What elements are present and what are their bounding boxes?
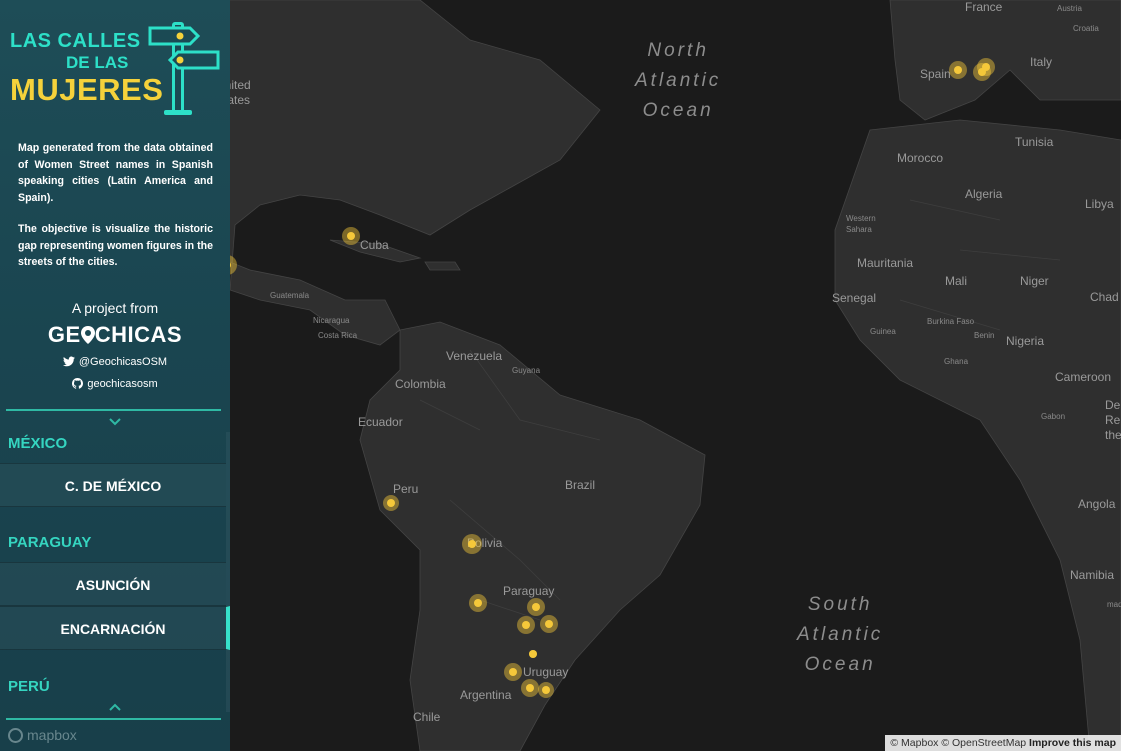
- map-pin-icon: [80, 326, 95, 344]
- github-icon: [72, 378, 84, 389]
- sidebar: LAS CALLES DE LAS MUJERES Map generated …: [0, 0, 230, 751]
- github-link[interactable]: geochicasosm: [0, 378, 230, 390]
- city-item-active[interactable]: ENCARNACIÓN: [0, 606, 230, 650]
- city-marker[interactable]: [230, 255, 237, 275]
- project-description: Map generated from the data obtained of …: [18, 140, 213, 271]
- city-marker[interactable]: [977, 58, 995, 76]
- chevron-down-icon[interactable]: [108, 417, 122, 427]
- city-item[interactable]: ASUNCIÓN: [0, 562, 226, 606]
- app-logo[interactable]: LAS CALLES DE LAS MUJERES: [10, 18, 222, 118]
- country-mexico[interactable]: MÉXICO: [8, 435, 67, 452]
- logo-line-1: LAS CALLES: [10, 30, 141, 52]
- project-from-label: A project from: [71, 300, 159, 316]
- markers-layer: [230, 58, 995, 698]
- signpost-icon: [148, 22, 220, 115]
- city-marker[interactable]: [342, 227, 360, 245]
- attribution-mapbox[interactable]: © Mapbox: [890, 737, 938, 749]
- mapbox-logo[interactable]: mapbox: [8, 727, 77, 743]
- geochicas-logo[interactable]: GE CHICAS: [0, 322, 230, 348]
- city-marker[interactable]: [462, 534, 482, 554]
- logo-line-3: MUJERES: [10, 72, 164, 107]
- divider: [6, 409, 221, 411]
- country-peru[interactable]: PERÚ: [8, 678, 50, 695]
- twitter-icon: [62, 356, 75, 367]
- divider: [6, 718, 221, 720]
- city-marker[interactable]: [540, 615, 558, 633]
- city-marker[interactable]: [949, 61, 967, 79]
- map-canvas[interactable]: France Austria Croatia United States Spa…: [230, 0, 1121, 751]
- logo-line-2: DE LAS: [66, 53, 129, 72]
- city-marker[interactable]: [517, 616, 535, 634]
- country-paraguay[interactable]: PARAGUAY: [8, 534, 91, 551]
- twitter-link[interactable]: @GeochicasOSM: [0, 356, 230, 368]
- city-marker[interactable]: [538, 682, 554, 698]
- attribution-osm[interactable]: © OpenStreetMap: [941, 737, 1026, 749]
- city-marker[interactable]: [529, 650, 537, 658]
- description-paragraph: The objective is visualize the historic …: [18, 223, 213, 268]
- improve-map-link[interactable]: Improve this map: [1029, 737, 1116, 749]
- description-paragraph: Map generated from the data obtained of …: [18, 142, 213, 204]
- mapbox-icon: [8, 728, 23, 743]
- city-marker[interactable]: [383, 495, 399, 511]
- city-marker[interactable]: [521, 679, 539, 697]
- brand-right: CHICAS: [94, 322, 183, 347]
- chevron-up-icon[interactable]: [108, 702, 122, 712]
- city-marker[interactable]: [527, 598, 545, 616]
- map-attribution: © Mapbox © OpenStreetMap Improve this ma…: [885, 735, 1121, 751]
- brand-left: GE: [47, 322, 81, 347]
- city-marker[interactable]: [469, 594, 487, 612]
- mapbox-text: mapbox: [27, 727, 77, 743]
- github-handle: geochicasosm: [87, 378, 158, 390]
- city-item[interactable]: C. DE MÉXICO: [0, 463, 226, 507]
- twitter-handle: @GeochicasOSM: [78, 356, 168, 368]
- city-marker[interactable]: [504, 663, 522, 681]
